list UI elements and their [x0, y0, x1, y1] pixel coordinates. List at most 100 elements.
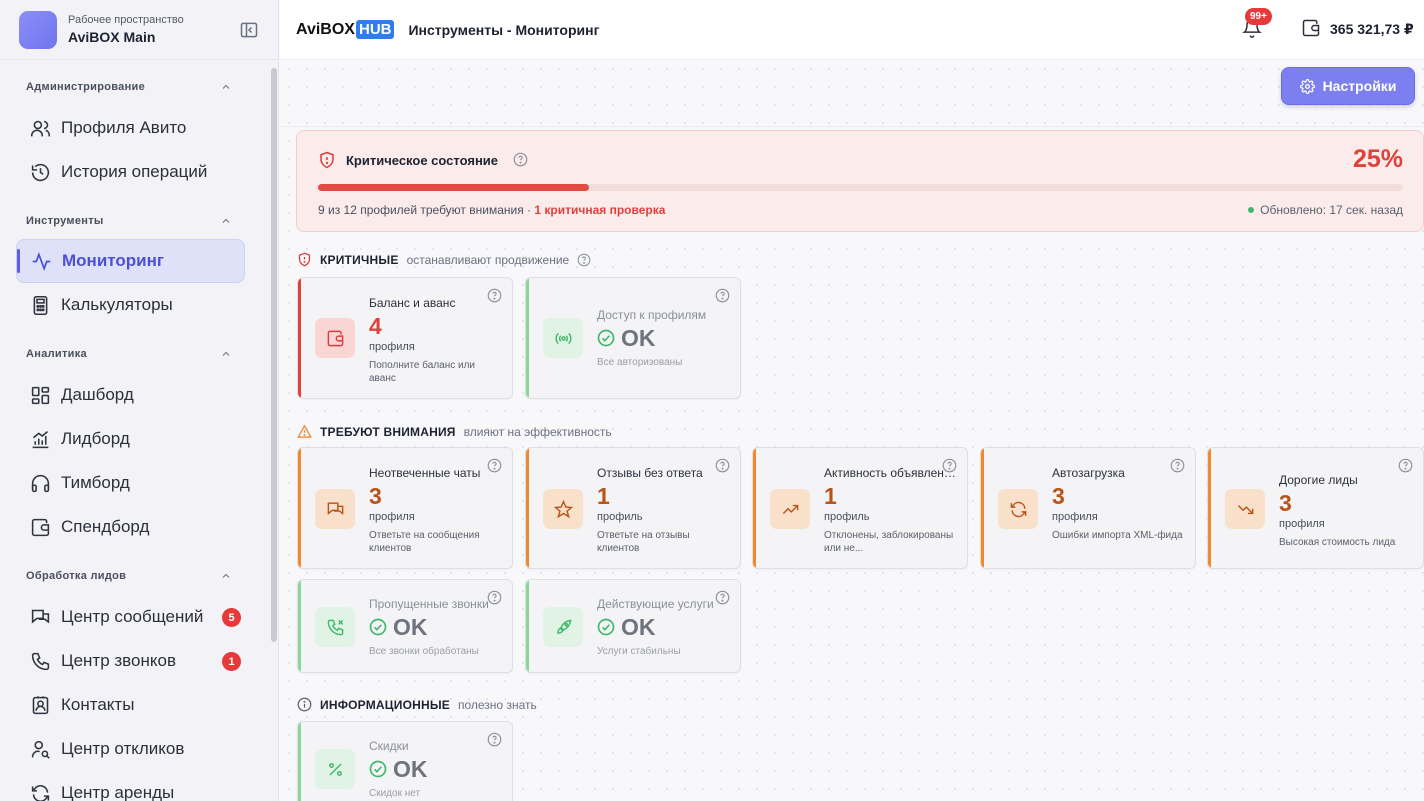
category-subtitle: останавливают продвижение	[406, 252, 570, 267]
brand-logo[interactable]: AviBOX HUB	[296, 20, 395, 39]
card-autoload[interactable]: Автозагрузка 3 профиля Ошибки импорта XM…	[980, 447, 1196, 569]
card-missed-calls[interactable]: Пропущенные звонки OK Все звонки обработ…	[297, 579, 513, 673]
signal-icon	[554, 332, 572, 344]
settings-button[interactable]: Настройки	[1281, 67, 1415, 105]
category-attention-header: ТРЕБУЮТ ВНИМАНИЯ влияют на эффективность	[297, 424, 612, 439]
card-discounts[interactable]: Скидки OK Скидок нет	[297, 721, 513, 801]
section-analytics[interactable]: Аналитика	[0, 347, 270, 361]
sidebar-item-calculators[interactable]: Калькуляторы	[0, 283, 270, 327]
settings-label: Настройки	[1322, 78, 1397, 94]
sidebar-item-teamboard[interactable]: Тимборд	[0, 461, 270, 505]
card-listing-activity[interactable]: Активность объявлений 1 профиль Отклонен…	[752, 447, 968, 569]
trending-down-icon	[1237, 504, 1253, 514]
unread-badge: 5	[222, 608, 241, 627]
sidebar-item-history[interactable]: История операций	[0, 150, 270, 194]
account-balance[interactable]: 365 321,73 ₽	[1330, 21, 1414, 38]
check-circle-icon	[369, 618, 387, 636]
wallet-icon	[327, 330, 343, 346]
card-description: Ответьте на сообщения клиентов	[369, 530, 480, 554]
card-stripe	[753, 448, 756, 568]
card-expensive-leads[interactable]: Дорогие лиды 3 профиля Высокая стоимость…	[1207, 447, 1424, 569]
workspace-subtitle: Рабочее пространство	[68, 14, 184, 26]
card-unanswered-chats[interactable]: Неотвеченные чаты 3 профиля Ответьте на …	[297, 447, 513, 569]
sidebar-item-label: Тимборд	[61, 473, 130, 492]
card-title: Неотвеченные чаты	[369, 466, 481, 480]
sidebar-item-avito-profiles[interactable]: Профиля Авито	[0, 106, 270, 150]
card-value: 3	[1052, 483, 1065, 509]
card-stripe	[526, 580, 529, 672]
card-icon-tile	[543, 318, 583, 358]
sidebar-item-messages[interactable]: Центр сообщений 5	[0, 595, 270, 639]
card-unit: профиля	[369, 341, 415, 353]
messages-icon	[327, 501, 343, 515]
category-title: ИНФОРМАЦИОННЫЕ	[320, 697, 450, 712]
card-icon-tile	[315, 749, 355, 789]
sidebar-item-rental[interactable]: Центр аренды	[0, 771, 270, 801]
card-status-text: OK	[621, 614, 656, 640]
workspace-switcher[interactable]: Рабочее пространство AviBOX Main	[0, 0, 278, 60]
sidebar-item-calls[interactable]: Центр звонков 1	[0, 639, 270, 683]
card-balance[interactable]: Баланс и аванс 4 профиля Пополните балан…	[297, 277, 513, 399]
card-icon-tile	[315, 489, 355, 529]
sidebar-scrollbar[interactable]	[271, 68, 277, 642]
card-value: 4	[369, 313, 382, 339]
wallet-icon[interactable]	[1301, 18, 1321, 38]
section-label: Обработка лидов	[26, 570, 127, 582]
critical-status-banner: Критическое состояние 25% 9 из 12 профил…	[296, 130, 1424, 232]
sidebar-item-contacts[interactable]: Контакты	[0, 683, 270, 727]
sidebar-item-monitoring[interactable]: Мониторинг	[16, 239, 245, 283]
check-circle-icon	[597, 329, 615, 347]
sidebar-item-label: Лидборд	[61, 429, 130, 448]
update-status: Обновлено: 17 сек. назад	[1248, 203, 1403, 217]
card-title: Действующие услуги	[597, 597, 714, 611]
percent-icon	[328, 762, 342, 776]
section-tools[interactable]: Инструменты	[0, 214, 270, 228]
help-icon[interactable]	[577, 253, 591, 267]
section-label: Аналитика	[26, 348, 87, 360]
card-value: 1	[597, 483, 610, 509]
card-reviews[interactable]: Отзывы без ответа 1 профиль Ответьте на …	[525, 447, 741, 569]
sidebar-item-responses[interactable]: Центр откликов	[0, 727, 270, 771]
card-active-services[interactable]: Действующие услуги OK Услуги стабильны	[525, 579, 741, 673]
live-dot	[1248, 207, 1255, 213]
card-access[interactable]: Доступ к профилям OK Все авторизованы	[525, 277, 741, 399]
sidebar-collapse-icon[interactable]	[239, 20, 259, 40]
check-circle-icon	[597, 618, 615, 636]
sidebar-item-spendboard[interactable]: Спендборд	[0, 505, 270, 549]
card-status-text: OK	[393, 614, 428, 640]
card-stripe	[298, 722, 301, 801]
page-title: Инструменты - Мониторинг	[408, 21, 600, 38]
unread-badge: 1	[222, 652, 241, 671]
wallet-icon	[31, 518, 50, 536]
card-title: Дорогие лиды	[1279, 473, 1358, 487]
card-description: Пополните баланс или аванс	[369, 360, 476, 384]
divider	[280, 126, 1424, 127]
card-description: Все авторизованы	[597, 357, 683, 368]
card-title: Доступ к профилям	[597, 308, 707, 322]
card-title: Пропущенные звонки	[369, 597, 489, 611]
card-description: Скидок нет	[369, 788, 421, 799]
card-value: 1	[824, 483, 837, 509]
category-title: КРИТИЧНЫЕ	[320, 252, 399, 267]
card-stripe	[298, 448, 301, 568]
check-circle-icon	[369, 760, 387, 778]
sidebar-item-label: Контакты	[61, 695, 135, 714]
section-lead-processing[interactable]: Обработка лидов	[0, 569, 270, 583]
help-icon[interactable]	[1398, 458, 1413, 473]
help-icon[interactable]	[513, 152, 528, 167]
sidebar-item-dashboard[interactable]: Дашборд	[0, 373, 270, 417]
card-description: Ответьте на отзывы клиентов	[597, 530, 690, 554]
critical-note-highlight[interactable]: 1 критичная проверка	[534, 203, 665, 217]
help-icon[interactable]	[715, 288, 730, 303]
section-administration[interactable]: Администрирование	[0, 80, 270, 94]
dashboard-icon	[31, 386, 50, 404]
sidebar-item-leadboard[interactable]: Лидборд	[0, 417, 270, 461]
category-title: ТРЕБУЮТ ВНИМАНИЯ	[320, 424, 456, 439]
bar-chart-icon	[32, 430, 49, 448]
progress-fill	[318, 184, 590, 191]
headphones-icon	[31, 474, 50, 492]
warning-icon	[297, 424, 312, 438]
card-title: Скидки	[369, 739, 409, 753]
brand-hub: HUB	[355, 20, 395, 39]
card-value: 3	[1279, 490, 1292, 516]
